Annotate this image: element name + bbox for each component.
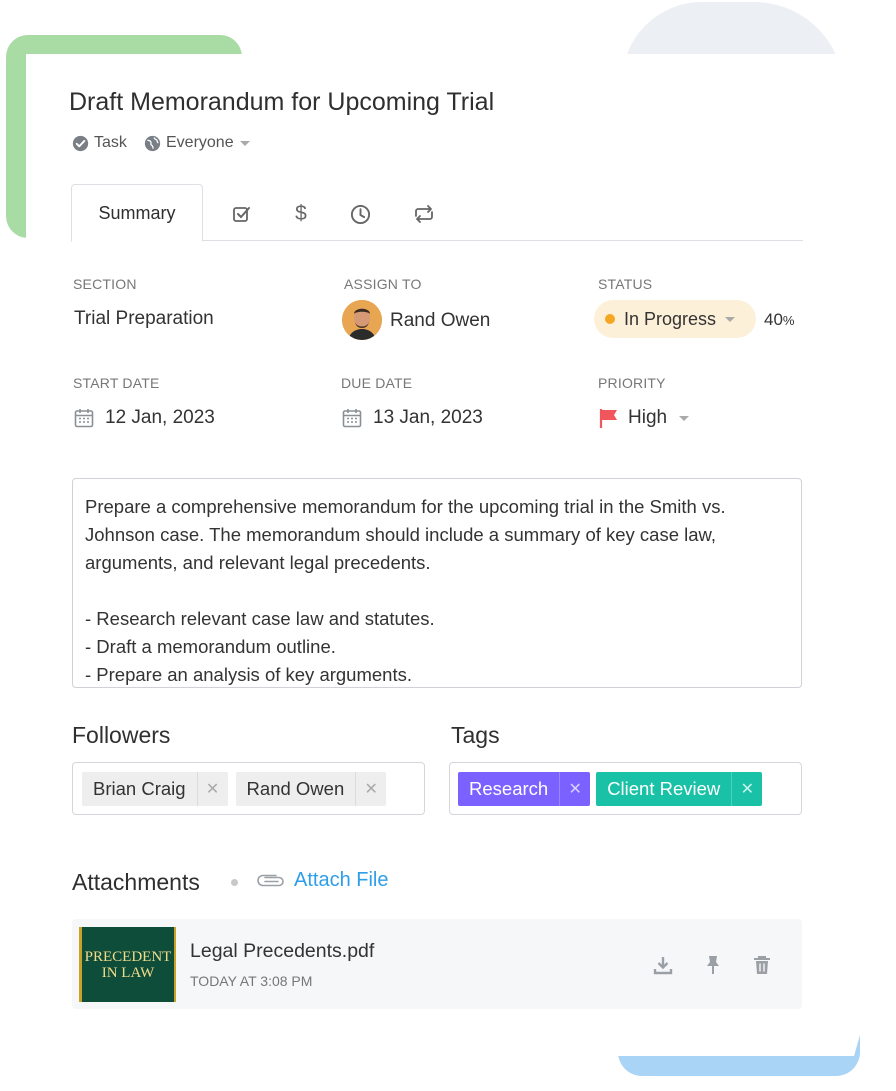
remove-icon[interactable]: ✕ [355,771,386,806]
tab-time[interactable] [348,202,372,226]
download-icon [653,957,673,975]
tags-input[interactable]: Research ✕ Client Review ✕ [449,762,802,815]
tab-summary[interactable]: Summary [71,184,203,242]
priority-label: PRIORITY [598,375,666,391]
attach-file-button[interactable]: Attach File [256,869,388,892]
tag-label: Client Review [607,777,721,799]
followers-input[interactable]: Brian Craig ✕ Rand Owen ✕ [72,762,425,815]
task-type-label: Task [94,134,127,151]
task-type: Task [72,134,127,152]
tab-summary-label: Summary [98,202,176,223]
tag-chip: Client Review ✕ [596,771,763,806]
tab-billing[interactable]: $ [289,202,313,226]
clock-icon [350,204,370,224]
calendar-icon [74,408,94,433]
description-line: Prepare a comprehensive memorandum for t… [85,496,726,517]
description-line: Johnson case. The memorandum should incl… [85,524,717,545]
status-value: In Progress [624,308,717,329]
followers-title: Followers [72,722,171,748]
file-timestamp: TODAY AT 3:08 PM [190,973,313,989]
section-label: SECTION [73,276,137,292]
due-date-label: DUE DATE [341,375,413,391]
priority-dropdown[interactable]: High [598,407,690,429]
due-date-value[interactable]: 13 Jan, 2023 [373,407,483,429]
description-line [85,577,789,605]
remove-icon[interactable]: ✕ [559,771,590,806]
pin-button[interactable] [702,954,724,976]
tag-label: Research [469,777,549,799]
delete-button[interactable] [751,954,773,976]
description-line: - Draft a memorandum outline. [85,636,336,657]
tag-chip: Research ✕ [458,771,591,806]
attachments-title: Attachments [72,869,200,895]
trash-icon [754,956,770,974]
section-value[interactable]: Trial Preparation [74,308,214,330]
avatar [342,300,382,340]
start-date-label: START DATE [73,375,160,391]
description-line: - Research relevant case law and statute… [85,608,435,629]
remove-icon[interactable]: ✕ [196,771,228,806]
file-name: Legal Precedents.pdf [190,940,375,962]
attach-file-label: Attach File [294,869,389,891]
checkbox-icon [233,207,250,222]
status-dropdown[interactable]: In Progress [594,300,756,338]
assignee-name[interactable]: Rand Owen [390,310,490,332]
dollar-icon: $ [295,202,307,225]
task-title: Draft Memorandum for Upcoming Trial [69,88,495,116]
caret-down-icon [679,415,690,421]
visibility-label: Everyone [166,134,234,151]
calendar-icon [342,408,362,433]
tab-recurring[interactable] [412,202,436,226]
start-date-value[interactable]: 12 Jan, 2023 [105,407,215,429]
attachment-item[interactable]: PRECEDENT IN LAW Legal Precedents.pdf TO… [72,919,802,1009]
priority-value: High [628,407,668,428]
caret-down-icon [725,316,736,322]
follower-chip: Rand Owen ✕ [235,771,387,806]
thumbnail-line: IN LAW [101,964,155,981]
tab-checklist[interactable] [230,202,254,226]
pin-icon [707,956,719,974]
description-line: arguments, and relevant legal precedents… [85,552,431,573]
caret-down-icon [239,140,250,146]
follower-name: Brian Craig [93,777,186,799]
description-line: - Prepare an analysis of key arguments. [85,664,412,685]
thumbnail-line: PRECEDENT [84,948,172,965]
globe-icon [144,135,161,151]
follower-chip: Brian Craig ✕ [82,771,228,806]
remove-icon[interactable]: ✕ [731,771,762,806]
download-button[interactable] [652,954,674,976]
visibility-dropdown[interactable]: Everyone [144,134,250,152]
description-textarea[interactable]: Prepare a comprehensive memorandum for t… [72,478,802,688]
repeat-icon [415,205,433,223]
separator-dot [231,879,238,886]
task-card: Draft Memorandum for Upcoming Trial Task… [26,54,862,1056]
progress-value: 40 [764,310,783,329]
follower-name: Rand Owen [246,777,345,799]
status-label: STATUS [598,276,653,292]
progress-percent: 40% [764,310,794,330]
file-thumbnail: PRECEDENT IN LAW [79,927,176,1002]
status-dot-icon [605,314,615,324]
paperclip-icon [257,874,284,886]
flag-icon [599,409,617,428]
check-circle-icon [72,135,89,151]
tags-title: Tags [451,722,500,748]
progress-unit: % [782,313,795,328]
assign-to-label: ASSIGN TO [344,276,422,292]
